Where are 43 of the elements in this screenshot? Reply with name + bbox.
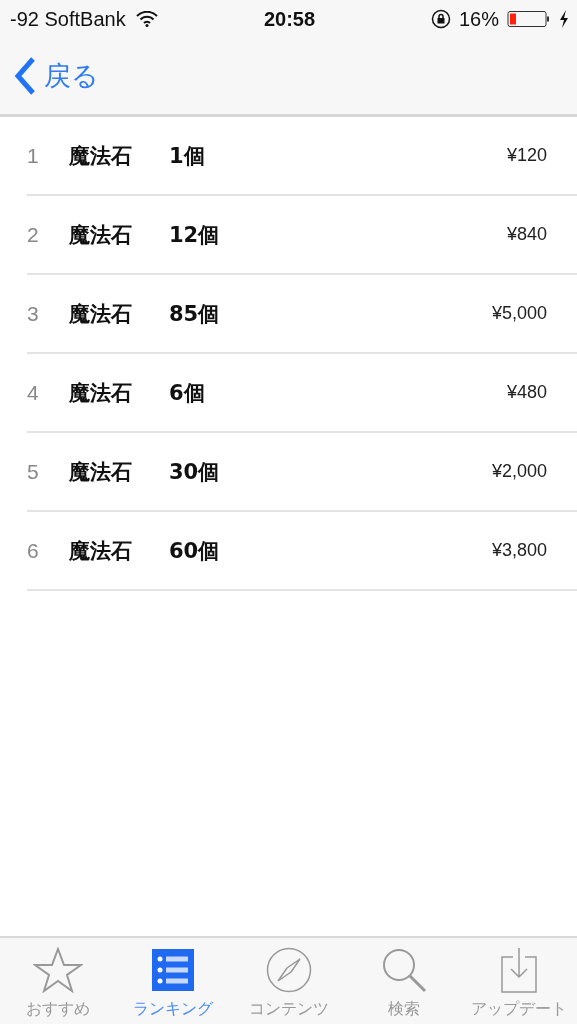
- item-quantity: 1個: [169, 142, 206, 170]
- tab-bar-item[interactable]: アップデート: [461, 938, 577, 1024]
- item-price: ¥2,000: [491, 461, 547, 482]
- battery-icon: [507, 10, 551, 28]
- rank-number: 3: [27, 301, 40, 326]
- item-price: ¥3,800: [491, 540, 547, 561]
- item-name: 魔法石: [69, 537, 133, 565]
- compass-icon: [265, 947, 312, 993]
- chevron-left-icon: [14, 57, 36, 95]
- rank-number: 1: [27, 143, 40, 168]
- rank-number: 5: [27, 459, 40, 484]
- item-quantity: 60個: [169, 537, 221, 565]
- item-name: 魔法石: [69, 300, 133, 328]
- clock-time: 20:58: [263, 7, 316, 30]
- item-name: 魔法石: [69, 142, 133, 170]
- tab-bar-item[interactable]: ランキング: [115, 938, 231, 1024]
- rotation-lock-icon: [430, 9, 451, 29]
- back-button[interactable]: 戻る: [14, 57, 99, 95]
- item-quantity: 85個: [169, 300, 221, 328]
- item-quantity: 6個: [169, 379, 206, 407]
- item-quantity: 30個: [169, 458, 221, 486]
- tab-bar-item[interactable]: コンテンツ: [230, 938, 347, 1024]
- charging-bolt-icon: [559, 10, 569, 28]
- item-name: 魔法石: [69, 221, 133, 249]
- tab-bar-item[interactable]: 検索: [346, 938, 462, 1024]
- rank-number: 2: [27, 222, 40, 247]
- item-price: ¥5,000: [491, 303, 547, 324]
- wifi-icon: [135, 11, 158, 27]
- item-price: ¥120: [506, 145, 547, 166]
- rank-number: 4: [27, 380, 40, 405]
- item-quantity: 12個: [169, 221, 221, 249]
- battery-percentage: 16%: [458, 7, 499, 31]
- item-price: ¥840: [506, 224, 547, 245]
- download-tray-icon: [501, 947, 538, 993]
- ranked-list-icon: [152, 949, 195, 991]
- tab-bar-item[interactable]: おすすめ: [0, 938, 116, 1024]
- item-name: 魔法石: [69, 458, 133, 486]
- rank-number: 6: [27, 538, 40, 563]
- item-name: 魔法石: [69, 379, 133, 407]
- star-icon: [32, 947, 83, 993]
- item-price: ¥480: [506, 382, 547, 403]
- carrier-signal: -92 SoftBank: [10, 7, 126, 31]
- search-icon: [380, 947, 427, 993]
